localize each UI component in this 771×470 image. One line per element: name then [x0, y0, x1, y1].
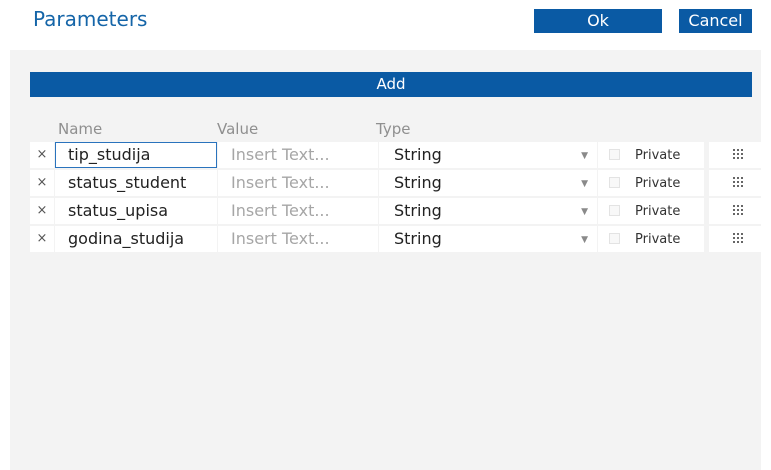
parameter-type-select[interactable]: String ▼ — [379, 226, 597, 252]
private-checkbox[interactable] — [609, 233, 620, 244]
close-icon[interactable]: × — [30, 170, 54, 196]
close-icon[interactable]: × — [30, 198, 54, 224]
drag-handle-icon — [733, 233, 745, 243]
parameter-value-input[interactable]: Insert Text... — [218, 226, 378, 252]
drag-handle[interactable] — [709, 170, 762, 196]
parameters-panel: Add Name Value Type × tip_studija Insert… — [10, 50, 763, 470]
parameter-name-input[interactable]: status_student — [55, 170, 217, 196]
private-checkbox[interactable] — [609, 177, 620, 188]
parameter-type-value: String — [394, 145, 442, 164]
parameter-name-input[interactable]: godina_studija — [55, 226, 217, 252]
drag-handle-icon — [733, 177, 745, 187]
drag-handle[interactable] — [709, 142, 762, 168]
parameter-type-value: String — [394, 229, 442, 248]
private-toggle[interactable]: Private — [598, 170, 704, 196]
parameter-type-select[interactable]: String ▼ — [379, 198, 597, 224]
parameter-value-input[interactable]: Insert Text... — [218, 170, 378, 196]
parameter-row: × status_upisa Insert Text... String ▼ P… — [30, 198, 763, 224]
column-header-type: Type — [376, 120, 411, 138]
parameter-value-input[interactable]: Insert Text... — [218, 142, 378, 168]
drag-handle[interactable] — [709, 198, 762, 224]
column-header-value: Value — [217, 120, 259, 138]
page-title: Parameters — [33, 7, 148, 31]
chevron-down-icon: ▼ — [581, 151, 588, 161]
parameter-type-select[interactable]: String ▼ — [379, 170, 597, 196]
parameter-type-select[interactable]: String ▼ — [379, 142, 597, 168]
private-label: Private — [635, 148, 681, 163]
private-label: Private — [635, 232, 681, 247]
parameter-row: × status_student Insert Text... String ▼… — [30, 170, 763, 196]
private-toggle[interactable]: Private — [598, 198, 704, 224]
parameter-row: × godina_studija Insert Text... String ▼… — [30, 226, 763, 252]
parameter-name-input[interactable]: status_upisa — [55, 198, 217, 224]
private-label: Private — [635, 204, 681, 219]
close-icon[interactable]: × — [30, 142, 54, 168]
parameter-value-input[interactable]: Insert Text... — [218, 198, 378, 224]
private-toggle[interactable]: Private — [598, 226, 704, 252]
parameter-name-input[interactable]: tip_studija — [55, 142, 217, 168]
private-toggle[interactable]: Private — [598, 142, 704, 168]
cancel-button[interactable]: Cancel — [679, 9, 752, 33]
chevron-down-icon: ▼ — [581, 179, 588, 189]
add-parameter-button[interactable]: Add — [30, 72, 752, 97]
drag-handle[interactable] — [709, 226, 762, 252]
parameter-type-value: String — [394, 201, 442, 220]
drag-handle-icon — [733, 205, 745, 215]
private-checkbox[interactable] — [609, 149, 620, 160]
parameter-type-value: String — [394, 173, 442, 192]
chevron-down-icon: ▼ — [581, 207, 588, 217]
private-label: Private — [635, 176, 681, 191]
private-checkbox[interactable] — [609, 205, 620, 216]
dialog-header: Parameters Ok Cancel — [0, 0, 771, 50]
close-icon[interactable]: × — [30, 226, 54, 252]
ok-button[interactable]: Ok — [534, 9, 662, 33]
column-header-name: Name — [58, 120, 103, 138]
parameter-row: × tip_studija Insert Text... String ▼ Pr… — [30, 142, 763, 168]
drag-handle-icon — [733, 149, 745, 159]
chevron-down-icon: ▼ — [581, 235, 588, 245]
